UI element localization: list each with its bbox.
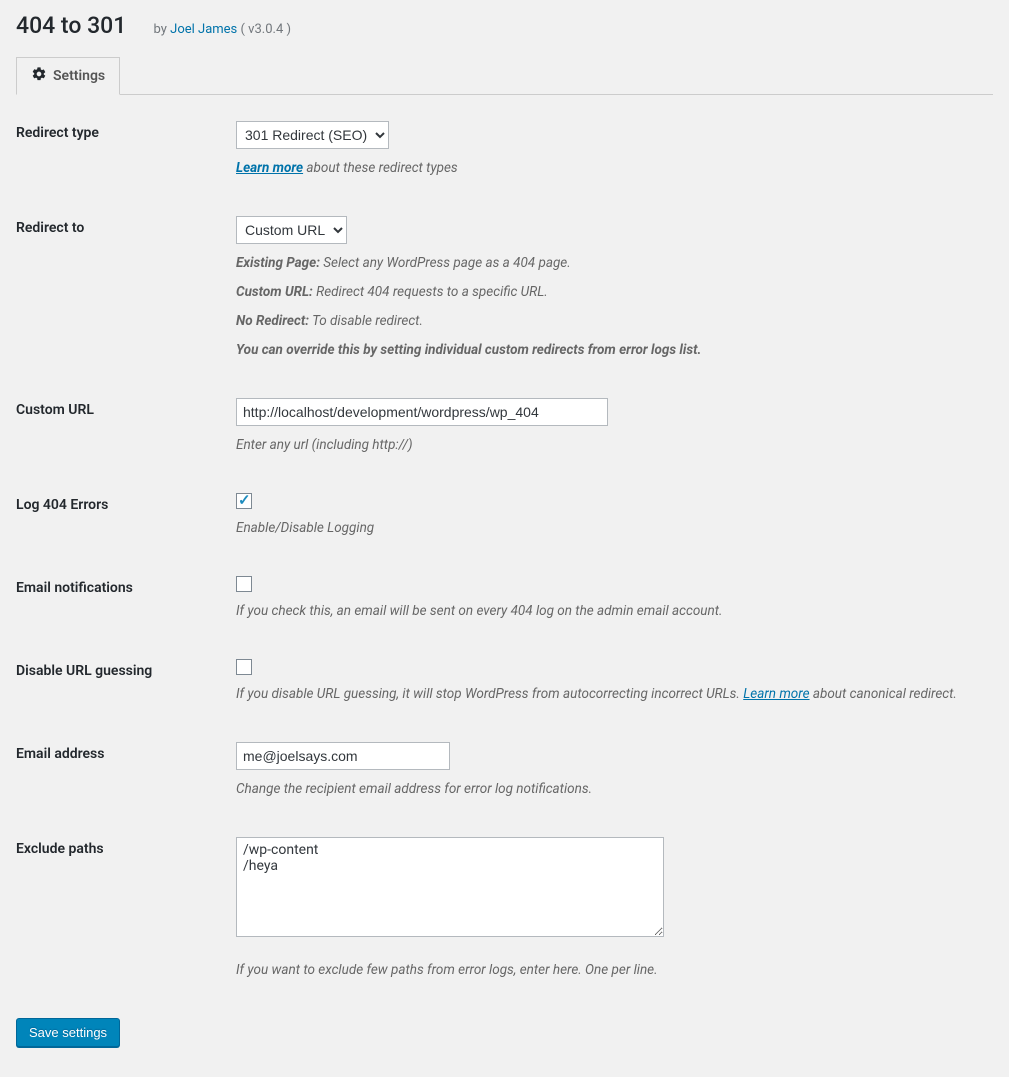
gear-icon [31,66,47,86]
redirect-to-help-noredirect: No Redirect: To disable redirect. [236,310,983,333]
page-header: 404 to 301 by Joel James ( v3.0.4 ) [16,0,993,57]
tab-label: Settings [53,68,105,84]
exclude-paths-help: If you want to exclude few paths from er… [236,959,983,982]
log-errors-help: Enable/Disable Logging [236,517,983,540]
author-link[interactable]: Joel James [170,22,237,37]
label-email-address: Email address [16,726,236,821]
custom-url-input[interactable] [236,398,608,426]
disable-url-guessing-checkbox[interactable] [236,659,252,675]
redirect-to-help-custom: Custom URL: Redirect 404 requests to a s… [236,281,983,304]
label-log-errors: Log 404 Errors [16,477,236,560]
settings-form: Redirect type 301 Redirect (SEO) Learn m… [16,105,993,1002]
email-address-help: Change the recipient email address for e… [236,778,983,801]
redirect-to-override-note: You can override this by setting individ… [236,339,983,362]
label-custom-url: Custom URL [16,382,236,477]
label-email-notifications: Email notifications [16,560,236,643]
email-address-input[interactable] [236,742,450,770]
tab-bar: Settings [16,57,993,95]
label-redirect-type: Redirect type [16,105,236,200]
exclude-paths-textarea[interactable]: /wp-content /heya [236,837,664,937]
label-exclude-paths: Exclude paths [16,821,236,1002]
redirect-type-select[interactable]: 301 Redirect (SEO) [236,121,389,149]
redirect-to-select[interactable]: Custom URL [236,216,347,244]
tab-settings[interactable]: Settings [16,57,120,95]
page-title: 404 to 301 [16,12,126,39]
disable-url-guessing-help: If you disable URL guessing, it will sto… [236,683,983,706]
email-notifications-help: If you check this, an email will be sent… [236,600,983,623]
redirect-type-help: Learn more about these redirect types [236,157,983,180]
label-redirect-to: Redirect to [16,200,236,382]
learn-more-link[interactable]: Learn more [236,160,303,176]
learn-more-canonical-link[interactable]: Learn more [743,686,809,702]
custom-url-help: Enter any url (including http://) [236,434,983,457]
label-disable-url-guessing: Disable URL guessing [16,643,236,726]
log-errors-checkbox[interactable] [236,493,252,509]
save-button[interactable]: Save settings [16,1018,120,1047]
email-notifications-checkbox[interactable] [236,576,252,592]
byline: by Joel James ( v3.0.4 ) [154,22,291,37]
redirect-to-help-existing: Existing Page: Select any WordPress page… [236,252,983,275]
